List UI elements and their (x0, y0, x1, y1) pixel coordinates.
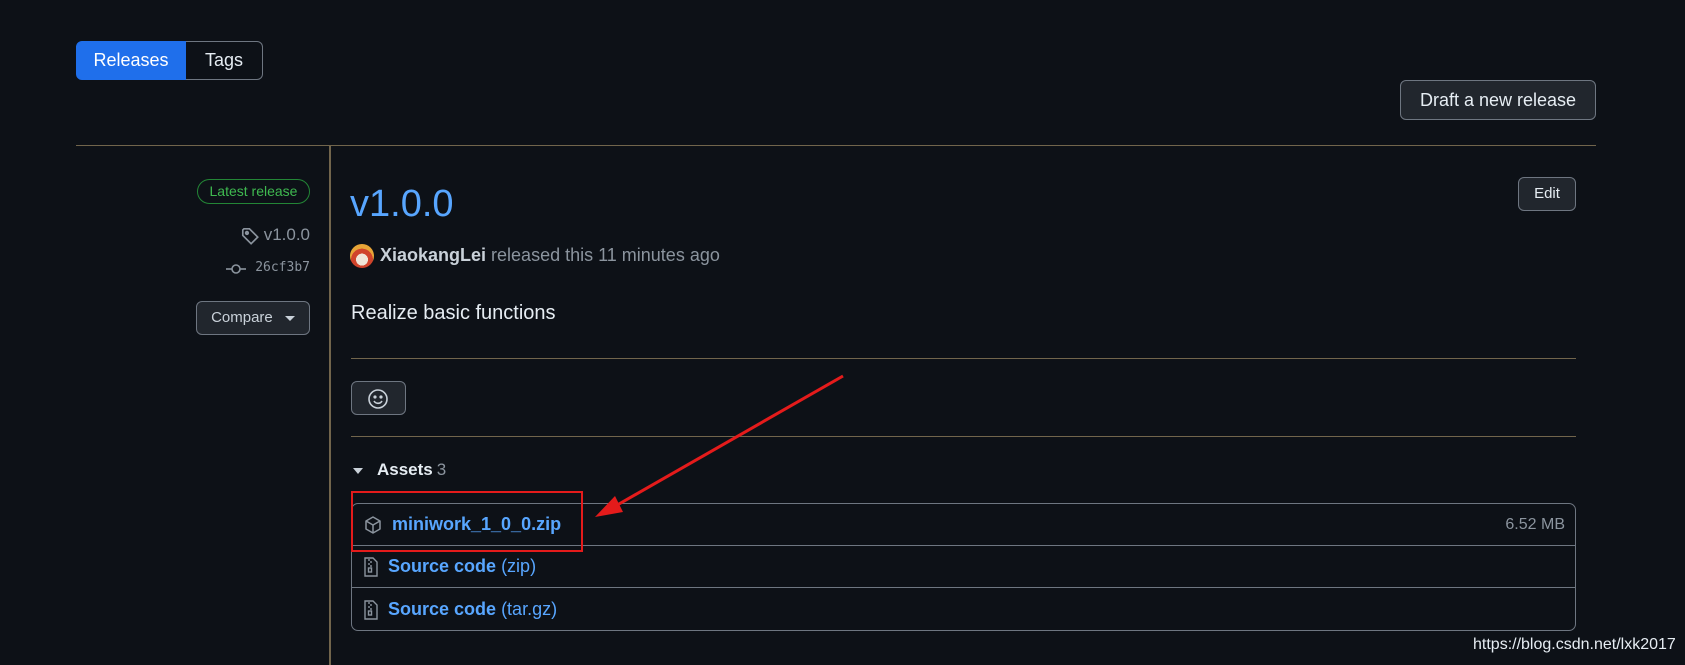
commit-icon (226, 262, 246, 280)
file-zip-icon (363, 557, 379, 582)
tag-label: v1.0.0 (263, 225, 310, 244)
chevron-down-icon (284, 315, 295, 321)
highlight-box (351, 491, 583, 552)
release-body: Realize basic functions (351, 302, 556, 324)
source-targz-link[interactable]: Source code (tar.gz) (388, 599, 557, 620)
asset-row: Source code (tar.gz) (352, 589, 1575, 631)
annotation-arrow (590, 372, 850, 527)
latest-release-badge: Latest release (197, 179, 310, 204)
avatar[interactable] (350, 244, 374, 268)
tag-link[interactable]: v1.0.0 (238, 225, 310, 249)
asset-size: 6.52 MB (1505, 516, 1565, 533)
format-label: (zip) (501, 556, 537, 576)
add-reaction-button[interactable] (351, 381, 406, 415)
timeline-line (329, 146, 331, 665)
compare-label: Compare (211, 309, 273, 326)
source-code-label: Source code (388, 556, 497, 576)
release-tabs: Releases Tags (76, 41, 263, 80)
divider (351, 436, 1576, 437)
author-link[interactable]: XiaokangLei (380, 245, 486, 265)
assets-count: 3 (436, 460, 447, 479)
draft-release-button[interactable]: Draft a new release (1400, 80, 1596, 120)
commit-sha: 26cf3b7 (255, 260, 310, 275)
file-zip-icon (363, 600, 379, 625)
compare-button[interactable]: Compare (196, 301, 310, 335)
released-text: released this 11 minutes ago (491, 244, 720, 265)
format-label: (tar.gz) (501, 599, 558, 619)
divider (351, 358, 1576, 359)
caret-down-icon (353, 467, 363, 474)
watermark: https://blog.csdn.net/lxk2017 (1473, 636, 1676, 653)
source-code-label: Source code (388, 599, 497, 619)
source-zip-link[interactable]: Source code (zip) (388, 556, 536, 577)
tab-tags[interactable]: Tags (186, 41, 263, 80)
assets-toggle[interactable]: Assets 3 (353, 460, 446, 480)
release-meta: XiaokangLei released this 11 minutes ago (350, 244, 720, 270)
divider (76, 145, 1596, 146)
asset-row: Source code (zip) (352, 546, 1575, 588)
smiley-icon (367, 388, 389, 415)
release-title[interactable]: v1.0.0 (350, 183, 454, 226)
commit-link[interactable]: 26cf3b7 (222, 260, 310, 280)
tab-releases[interactable]: Releases (76, 41, 186, 80)
tag-icon (241, 227, 260, 251)
edit-button[interactable]: Edit (1518, 177, 1576, 211)
assets-label: Assets (377, 460, 433, 479)
